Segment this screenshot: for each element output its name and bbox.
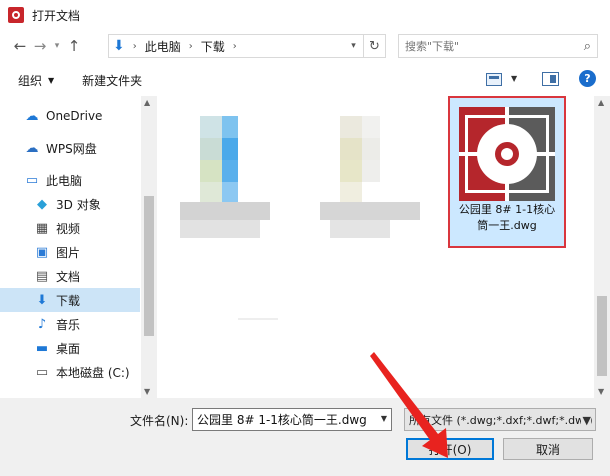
cancel-button[interactable]: 取消 bbox=[503, 438, 593, 460]
file-item-selected[interactable]: 公园里 8# 1-1核心筒一王.dwg bbox=[448, 96, 566, 248]
sidebar-item-label: 3D 对象 bbox=[56, 197, 101, 212]
dwg-logo-graphic bbox=[459, 107, 555, 201]
filename-label: 文件名(N): bbox=[130, 414, 189, 428]
filename-combobox[interactable]: ▼ bbox=[192, 408, 392, 431]
filename-input[interactable] bbox=[197, 412, 373, 427]
new-folder-button[interactable]: 新建文件夹 bbox=[82, 72, 142, 89]
back-arrow-icon[interactable]: ← bbox=[10, 34, 30, 58]
sidebar-item-onedrive[interactable]: ☁ OneDrive bbox=[0, 104, 140, 128]
search-box[interactable]: ⌕ bbox=[398, 34, 598, 58]
sidebar-item-downloads[interactable]: ⬇ 下载 bbox=[0, 288, 140, 312]
address-bar: ← → ▾ ↑ ⬇ › 此电脑 › 下载 › ▾ ↻ ⌕ bbox=[0, 32, 610, 60]
computer-icon: ▭ bbox=[25, 172, 39, 188]
blurred-file-thumbnail[interactable] bbox=[180, 116, 270, 246]
scroll-thumb[interactable] bbox=[597, 296, 607, 376]
breadcrumb-item-this-pc[interactable]: 此电脑 bbox=[145, 38, 181, 55]
breadcrumb-separator-icon[interactable]: › bbox=[233, 41, 237, 52]
scroll-down-icon[interactable]: ▼ bbox=[144, 387, 150, 396]
sidebar-item-documents[interactable]: ▤ 文档 bbox=[0, 264, 140, 288]
breadcrumb-item-downloads[interactable]: 下载 bbox=[201, 38, 225, 55]
filetype-select[interactable]: 所有文件 (*.dwg;*.dxf;*.dwf;*.dwt) ▼ bbox=[404, 408, 596, 431]
open-button[interactable]: 打开(O) bbox=[406, 438, 494, 460]
search-input[interactable] bbox=[405, 39, 575, 53]
sidebar-item-wps-drive[interactable]: ☁ WPS网盘 bbox=[0, 136, 140, 160]
filetype-value: 所有文件 (*.dwg;*.dxf;*.dwf;*.dwt) bbox=[409, 413, 593, 427]
content-scrollbar[interactable]: ▲ ▼ bbox=[594, 96, 610, 398]
film-icon: ▦ bbox=[35, 220, 49, 236]
drive-icon: ▭ bbox=[35, 364, 49, 380]
chevron-down-icon[interactable]: ▼ bbox=[580, 414, 591, 427]
sidebar-item-label: WPS网盘 bbox=[46, 141, 97, 156]
sidebar-item-label: 文档 bbox=[56, 269, 81, 284]
sidebar-item-label: 音乐 bbox=[56, 317, 81, 332]
sidebar-item-music[interactable]: ♪ 音乐 bbox=[0, 312, 140, 336]
breadcrumb-separator-icon[interactable]: › bbox=[189, 41, 193, 52]
title-bar: 打开文档 bbox=[0, 0, 610, 30]
sidebar-item-label: 视频 bbox=[56, 221, 81, 236]
help-icon[interactable]: ? bbox=[579, 70, 596, 87]
sidebar-item-label: 图片 bbox=[56, 245, 81, 260]
recent-locations-chevron-icon[interactable]: ▾ bbox=[50, 34, 64, 58]
wps-app-icon bbox=[8, 7, 24, 23]
scroll-up-icon[interactable]: ▲ bbox=[598, 98, 604, 107]
chevron-down-icon: ▼ bbox=[48, 75, 55, 85]
sidebar-item-label: 桌面 bbox=[56, 341, 81, 356]
new-folder-label: 新建文件夹 bbox=[82, 73, 143, 88]
cloud-icon: ☁ bbox=[25, 140, 39, 156]
view-mode-icon[interactable] bbox=[486, 73, 502, 86]
cloud-icon: ☁ bbox=[25, 108, 39, 124]
dwg-file-icon bbox=[459, 107, 555, 201]
forward-arrow-icon[interactable]: → bbox=[30, 34, 50, 58]
sidebar-item-label: 此电脑 bbox=[46, 173, 83, 188]
breadcrumb[interactable]: ⬇ › 此电脑 › 下载 › ▾ bbox=[108, 34, 364, 58]
download-icon: ⬇ bbox=[36, 292, 48, 308]
refresh-icon[interactable]: ↻ bbox=[364, 34, 386, 58]
preview-pane-icon[interactable] bbox=[542, 72, 559, 86]
up-arrow-icon[interactable]: ↑ bbox=[64, 34, 84, 58]
document-icon: ▤ bbox=[35, 268, 49, 284]
sidebar-item-videos[interactable]: ▦ 视频 bbox=[0, 216, 140, 240]
sidebar-item-3d-objects[interactable]: ◆ 3D 对象 bbox=[0, 192, 140, 216]
sidebar-item-pictures[interactable]: ▣ 图片 bbox=[0, 240, 140, 264]
scroll-thumb[interactable] bbox=[144, 196, 154, 336]
blurred-file-thumbnail[interactable] bbox=[320, 116, 420, 246]
sidebar-item-label: 下载 bbox=[56, 293, 81, 308]
sidebar-item-this-pc[interactable]: ▭ 此电脑 bbox=[0, 168, 140, 192]
window-title: 打开文档 bbox=[32, 8, 81, 23]
scroll-down-icon[interactable]: ▼ bbox=[598, 387, 604, 396]
sidebar-item-local-disk-c[interactable]: ▭ 本地磁盘 (C:) bbox=[0, 360, 140, 384]
view-options-chevron-icon[interactable]: ▼ bbox=[511, 74, 517, 83]
blurred-text-fragment bbox=[238, 318, 278, 320]
sidebar-item-label: OneDrive bbox=[46, 109, 103, 123]
navigation-pane: ☁ OneDrive ☁ WPS网盘 ▭ 此电脑 ◆ 3D 对象 ▦ 视频 ▣ … bbox=[0, 96, 157, 398]
scroll-up-icon[interactable]: ▲ bbox=[144, 98, 150, 107]
file-name-label: 公园里 8# 1-1核心筒一王.dwg bbox=[458, 203, 556, 232]
download-location-icon: ⬇ bbox=[113, 38, 125, 54]
file-list-area: 公园里 8# 1-1核心筒一王.dwg bbox=[158, 96, 594, 398]
desktop-icon: ▬ bbox=[35, 340, 49, 356]
chevron-down-icon[interactable]: ▼ bbox=[381, 414, 387, 423]
picture-icon: ▣ bbox=[35, 244, 49, 260]
search-icon[interactable]: ⌕ bbox=[584, 39, 591, 54]
navigation-scrollbar[interactable]: ▲ ▼ bbox=[141, 96, 157, 398]
organize-menu-button[interactable]: 组织 ▼ bbox=[18, 72, 54, 89]
cube-icon: ◆ bbox=[37, 196, 47, 212]
command-toolbar: 组织 ▼ 新建文件夹 ▼ ? bbox=[0, 66, 610, 94]
sidebar-item-desktop[interactable]: ▬ 桌面 bbox=[0, 336, 140, 360]
music-icon: ♪ bbox=[37, 316, 47, 332]
address-history-chevron-icon[interactable]: ▾ bbox=[343, 35, 363, 57]
sidebar-item-label: 本地磁盘 (C:) bbox=[56, 365, 130, 380]
dialog-footer: 文件名(N): ▼ 所有文件 (*.dwg;*.dxf;*.dwf;*.dwt)… bbox=[0, 398, 610, 476]
organize-label: 组织 bbox=[18, 73, 43, 88]
breadcrumb-separator-icon[interactable]: › bbox=[133, 41, 137, 52]
